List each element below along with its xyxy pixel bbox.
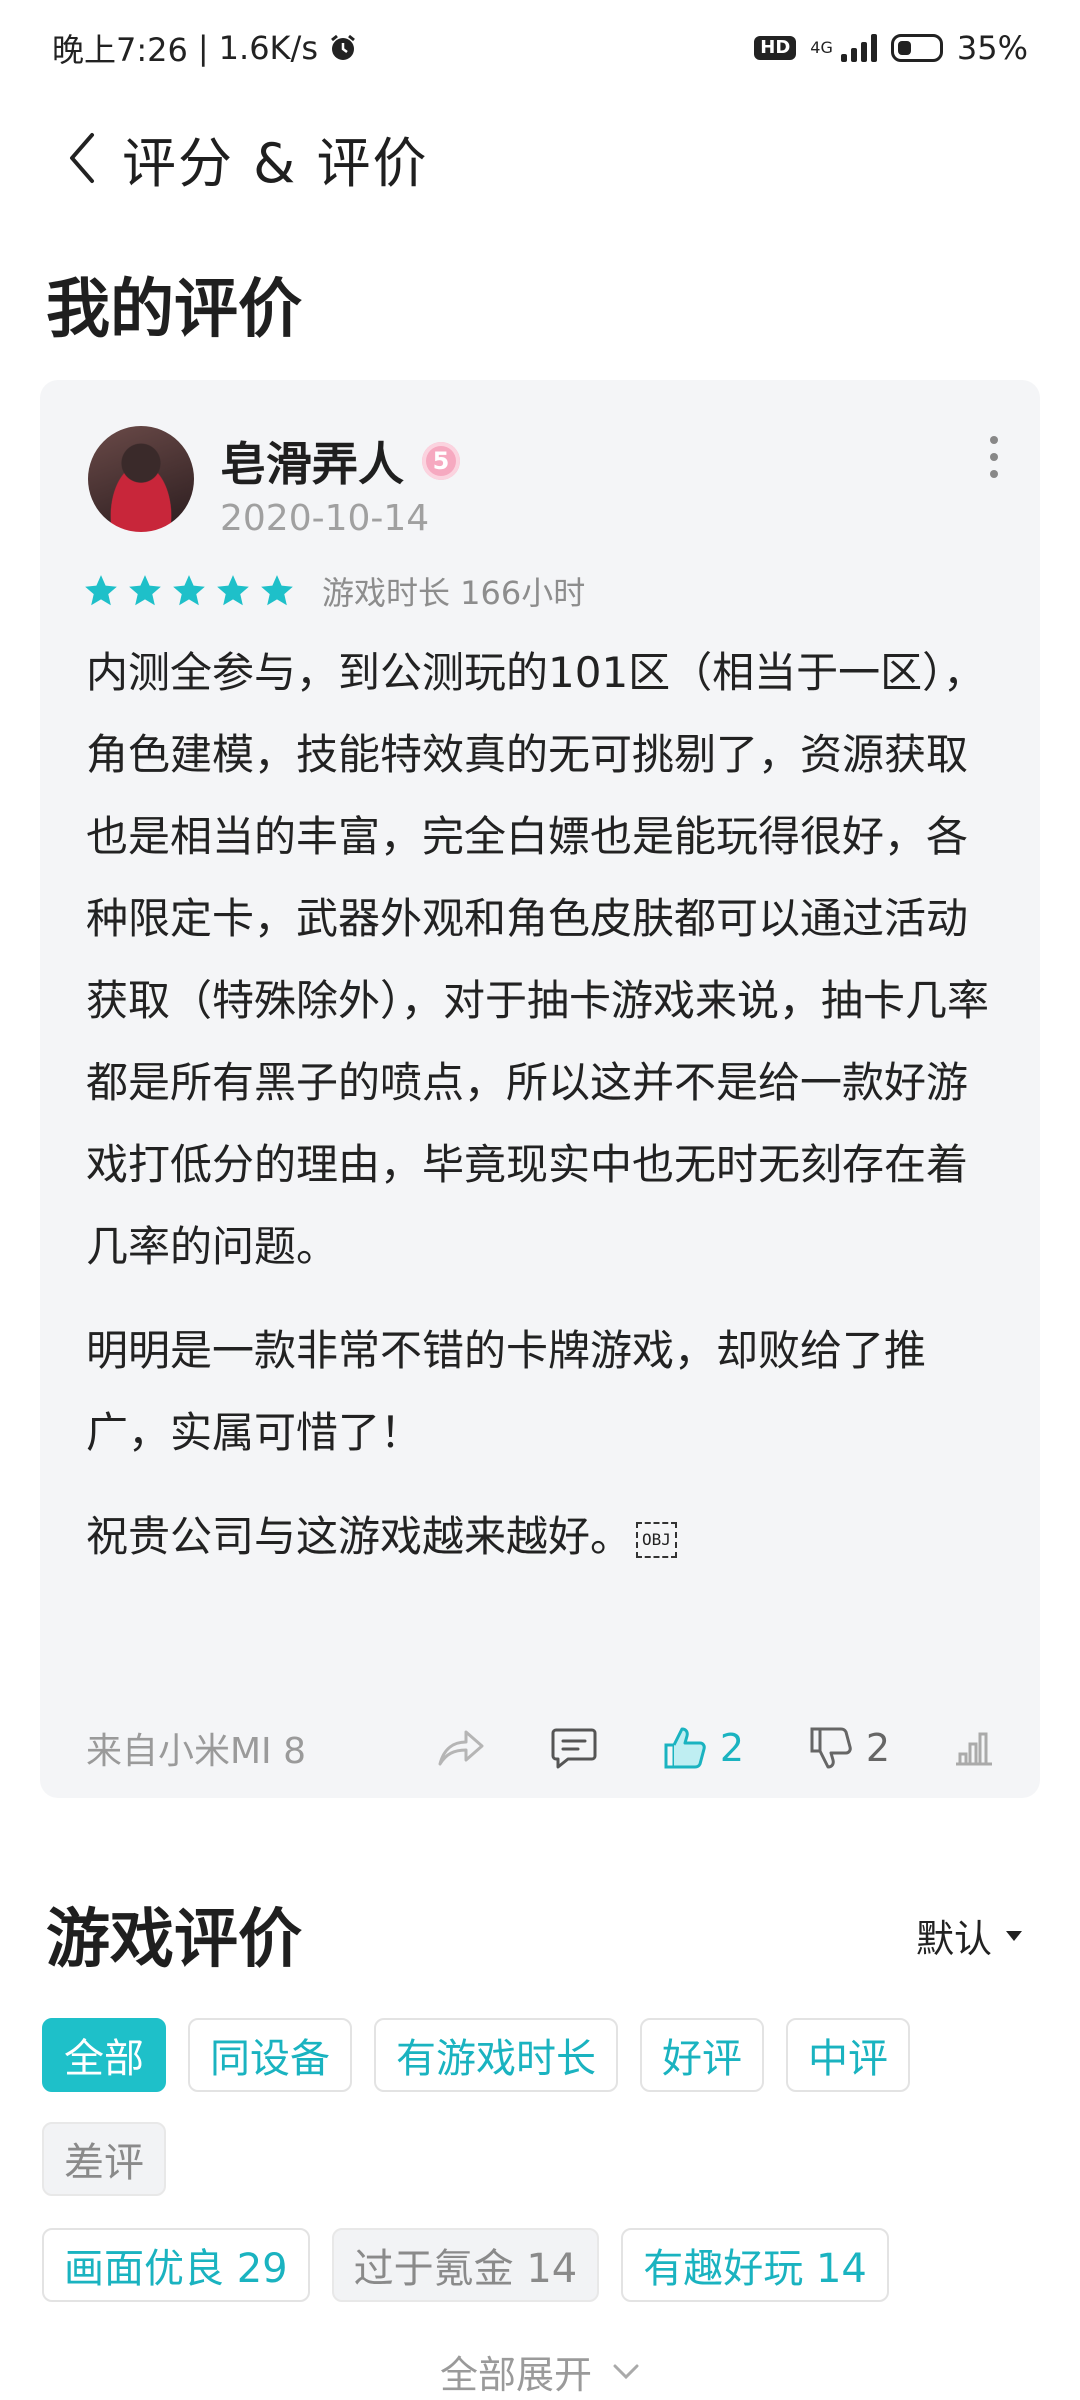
page-title: 评分 & 评价 bbox=[122, 131, 429, 195]
alarm-icon bbox=[331, 34, 355, 60]
top-bar: 评分 & 评价 bbox=[58, 118, 428, 198]
review-date: 2020-10-14 bbox=[220, 498, 430, 539]
stats-button[interactable] bbox=[954, 1730, 994, 1766]
keyword-tag-pay-to-win[interactable]: 过于氪金 14 bbox=[331, 2228, 600, 2302]
comment-button[interactable] bbox=[550, 1726, 598, 1770]
my-review-card: 皂滑弄人 5 2020-10-14 游戏时长 166小时 内测全参与，到公测玩的… bbox=[40, 380, 1040, 1798]
share-button[interactable] bbox=[436, 1728, 486, 1768]
dislike-count: 2 bbox=[865, 1726, 891, 1770]
game-reviews-title: 游戏评价 bbox=[46, 1903, 302, 1977]
thumbs-down-icon bbox=[810, 1727, 852, 1769]
filter-row-1: 全部 同设备 有游戏时长 好评 中评 bbox=[42, 2018, 910, 2092]
thumbs-up-icon bbox=[664, 1727, 706, 1769]
filter-neutral[interactable]: 中评 bbox=[786, 2018, 910, 2092]
like-count: 2 bbox=[719, 1726, 744, 1770]
user-name-row: 皂滑弄人 5 bbox=[220, 428, 460, 494]
status-net-speed: 1.6K/s bbox=[218, 29, 318, 67]
filter-negative[interactable]: 差评 bbox=[42, 2122, 166, 2196]
review-paragraph-1: 内测全参与，到公测玩的101区（相当于一区），角色建模，技能特效真的无可挑剔了，… bbox=[86, 648, 990, 1271]
sort-dropdown[interactable]: 默认 bbox=[916, 1908, 1022, 1963]
comment-icon bbox=[551, 1728, 597, 1769]
expand-all-button[interactable]: 全部展开 bbox=[0, 2344, 1080, 2399]
sort-label: 默认 bbox=[915, 1917, 992, 1961]
dislike-button[interactable]: 2 bbox=[808, 1725, 890, 1771]
chevron-down-icon bbox=[613, 2364, 639, 2379]
keyword-tag-row: 画面优良 29 过于氪金 14 有趣好玩 14 bbox=[42, 2228, 889, 2302]
review-text: 内测全参与，到公测玩的101区（相当于一区），角色建模，技能特效真的无可挑剔了，… bbox=[86, 632, 1006, 1600]
more-options-icon[interactable] bbox=[986, 432, 1002, 482]
review-paragraph-3-text: 祝贵公司与这游戏越来越好。 bbox=[86, 1512, 633, 1561]
status-right: HD 4G 35% bbox=[754, 29, 1028, 67]
filter-same-device[interactable]: 同设备 bbox=[188, 2018, 352, 2092]
bar-chart-icon bbox=[956, 1732, 992, 1766]
battery-percent: 35% bbox=[956, 29, 1028, 67]
star-icon bbox=[217, 575, 249, 606]
expand-all-label: 全部展开 bbox=[439, 2353, 592, 2397]
star-icon bbox=[173, 575, 205, 606]
status-bar: 晚上7:26 | 1.6K/s HD 4G 35% bbox=[0, 0, 1080, 96]
keyword-tag-graphics[interactable]: 画面优良 29 bbox=[42, 2228, 310, 2302]
share-icon bbox=[438, 1730, 484, 1766]
level-badge-icon: 5 bbox=[422, 442, 460, 480]
star-icon bbox=[261, 575, 293, 606]
status-left: 晚上7:26 | 1.6K/s bbox=[52, 25, 358, 71]
filter-all[interactable]: 全部 bbox=[42, 2018, 166, 2092]
status-separator: | bbox=[197, 29, 209, 67]
avatar[interactable] bbox=[88, 426, 194, 532]
filter-has-playtime[interactable]: 有游戏时长 bbox=[374, 2018, 618, 2092]
playtime: 游戏时长 166小时 bbox=[322, 574, 586, 612]
network-type: 4G bbox=[810, 38, 833, 57]
my-review-title: 我的评价 bbox=[46, 273, 302, 347]
hd-badge: HD bbox=[754, 36, 797, 60]
star-rating bbox=[82, 572, 302, 610]
back-arrow-icon[interactable] bbox=[58, 128, 104, 188]
signal-icon bbox=[840, 34, 877, 62]
user-name[interactable]: 皂滑弄人 bbox=[220, 428, 404, 494]
like-button[interactable]: 2 bbox=[662, 1725, 744, 1771]
status-time: 晚上7:26 bbox=[52, 31, 188, 69]
filter-row-2: 差评 bbox=[42, 2122, 166, 2196]
review-paragraph-2: 明明是一款非常不错的卡牌游戏，却败给了推广，实属可惜了！ bbox=[86, 1326, 927, 1457]
device-label: 来自小米MI 8 bbox=[86, 1731, 307, 1772]
star-icon bbox=[85, 575, 117, 606]
review-paragraph-3: 祝贵公司与这游戏越来越好。 OBJ bbox=[86, 1496, 1006, 1578]
rating-row: 游戏时长 166小时 bbox=[82, 568, 585, 614]
caret-down-icon bbox=[1006, 1930, 1022, 1941]
review-actions: 2 2 bbox=[436, 1725, 994, 1771]
keyword-tag-fun[interactable]: 有趣好玩 14 bbox=[621, 2228, 889, 2302]
review-footer: 来自小米MI 8 2 2 bbox=[86, 1720, 994, 1776]
object-placeholder-icon: OBJ bbox=[636, 1521, 677, 1558]
filter-positive[interactable]: 好评 bbox=[640, 2018, 764, 2092]
battery-icon bbox=[890, 34, 943, 62]
star-icon bbox=[129, 575, 161, 606]
